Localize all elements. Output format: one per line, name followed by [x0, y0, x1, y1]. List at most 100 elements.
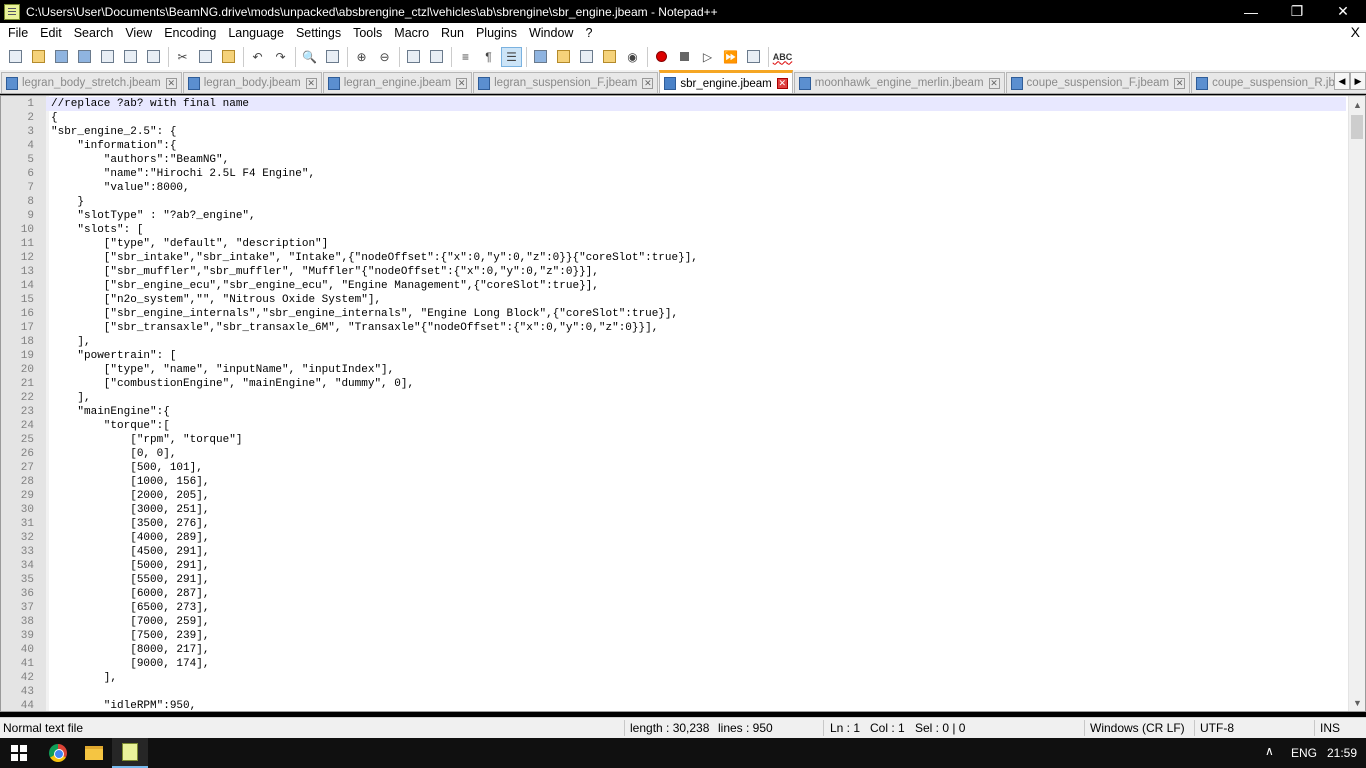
code-line[interactable]: 41 [9000, 174],	[1, 657, 1346, 671]
line-text[interactable]: [7000, 259],	[46, 615, 209, 629]
code-line[interactable]: 14 ["sbr_engine_ecu","sbr_engine_ecu", "…	[1, 279, 1346, 293]
tab-scroll-left-icon[interactable]: ◀	[1334, 72, 1350, 90]
scroll-thumb[interactable]	[1351, 115, 1363, 139]
line-text[interactable]: "sbr_engine_2.5": {	[46, 125, 176, 139]
code-line[interactable]: 35 [5500, 291],	[1, 573, 1346, 587]
line-text[interactable]: "slots": [	[46, 223, 143, 237]
menu-plugins[interactable]: Plugins	[470, 26, 523, 40]
tab-close-icon[interactable]: ✕	[642, 77, 654, 89]
line-text[interactable]: [8000, 217],	[46, 643, 209, 657]
close-document-button[interactable]: X	[1351, 24, 1360, 40]
start-button[interactable]	[0, 738, 38, 768]
close-window-button[interactable]: ✕	[1320, 0, 1366, 23]
word-wrap-icon[interactable]: ≡	[455, 47, 476, 67]
sync-vertical-icon[interactable]	[403, 47, 424, 67]
code-line[interactable]: 16 ["sbr_engine_internals","sbr_engine_i…	[1, 307, 1346, 321]
line-text[interactable]: [2000, 205],	[46, 489, 209, 503]
tab-close-icon[interactable]: ✕	[165, 77, 177, 89]
vertical-scrollbar[interactable]: ▲ ▼	[1348, 96, 1365, 711]
code-line[interactable]: 34 [5000, 291],	[1, 559, 1346, 573]
code-line[interactable]: 33 [4500, 291],	[1, 545, 1346, 559]
code-line[interactable]: 26 [0, 0],	[1, 447, 1346, 461]
code-line[interactable]: 22 ],	[1, 391, 1346, 405]
code-line[interactable]: 6 "name":"Hirochi 2.5L F4 Engine",	[1, 167, 1346, 181]
line-text[interactable]: [6500, 273],	[46, 601, 209, 615]
line-text[interactable]: "slotType" : "?ab?_engine",	[46, 209, 255, 223]
code-line[interactable]: 36 [6000, 287],	[1, 587, 1346, 601]
line-text[interactable]: ["rpm", "torque"]	[46, 433, 242, 447]
redo-icon[interactable]: ↷	[270, 47, 291, 67]
menu-run[interactable]: Run	[435, 26, 470, 40]
code-line[interactable]: 1//replace ?ab? with final name	[1, 97, 1346, 111]
line-text[interactable]: "name":"Hirochi 2.5L F4 Engine",	[46, 167, 315, 181]
line-text[interactable]: }	[46, 195, 84, 209]
zoom-out-icon[interactable]: ⊖	[374, 47, 395, 67]
play-macro-icon[interactable]: ▷	[697, 47, 718, 67]
tab-scroll-right-icon[interactable]: ▶	[1350, 72, 1366, 90]
line-text[interactable]: [4000, 289],	[46, 531, 209, 545]
print-icon[interactable]	[143, 47, 164, 67]
line-text[interactable]: [7500, 239],	[46, 629, 209, 643]
code-line[interactable]: 24 "torque":[	[1, 419, 1346, 433]
zoom-in-icon[interactable]: ⊕	[351, 47, 372, 67]
taskbar-chrome[interactable]	[40, 738, 76, 768]
spell-check-icon[interactable]: ABC	[772, 47, 793, 67]
notepadpp-app-icon[interactable]	[4, 3, 20, 20]
close-icon[interactable]	[97, 47, 118, 67]
indent-guide-icon[interactable]: ☰	[501, 46, 522, 67]
tab-close-icon[interactable]: ✕	[305, 77, 317, 89]
close-all-icon[interactable]	[120, 47, 141, 67]
menu-view[interactable]: View	[119, 26, 158, 40]
code-line[interactable]: 27 [500, 101],	[1, 461, 1346, 475]
code-line[interactable]: 8 }	[1, 195, 1346, 209]
line-text[interactable]: [5500, 291],	[46, 573, 209, 587]
line-text[interactable]: ["type", "default", "description"]	[46, 237, 328, 251]
line-text[interactable]: ["sbr_engine_ecu","sbr_engine_ecu", "Eng…	[46, 279, 599, 293]
line-text[interactable]: [9000, 174],	[46, 657, 209, 671]
line-text[interactable]: ],	[46, 671, 117, 685]
code-line[interactable]: 11 ["type", "default", "description"]	[1, 237, 1346, 251]
line-text[interactable]: ["combustionEngine", "mainEngine", "dumm…	[46, 377, 414, 391]
line-text[interactable]: [4500, 291],	[46, 545, 209, 559]
save-icon[interactable]	[51, 47, 72, 67]
code-line[interactable]: 21 ["combustionEngine", "mainEngine", "d…	[1, 377, 1346, 391]
code-line[interactable]: 40 [8000, 217],	[1, 643, 1346, 657]
sync-horizontal-icon[interactable]	[426, 47, 447, 67]
run-macro-multiple-icon[interactable]: ⏩	[720, 47, 741, 67]
code-line[interactable]: 7 "value":8000,	[1, 181, 1346, 195]
menu-file[interactable]: File	[0, 26, 34, 40]
tab-legran-body-stretch[interactable]: legran_body_stretch.jbeam ✕	[1, 72, 182, 93]
tab-close-icon[interactable]: ✕	[988, 77, 1000, 89]
code-line[interactable]: 23 "mainEngine":{	[1, 405, 1346, 419]
line-text[interactable]: "value":8000,	[46, 181, 190, 195]
code-area[interactable]: 1//replace ?ab? with final name 2{3 "sbr_e…	[1, 97, 1346, 711]
code-line[interactable]: 39 [7500, 239],	[1, 629, 1346, 643]
code-line[interactable]: 10 "slots": [	[1, 223, 1346, 237]
save-macro-icon[interactable]	[743, 47, 764, 67]
code-line[interactable]: 13 ["sbr_muffler","sbr_muffler", "Muffle…	[1, 265, 1346, 279]
line-text[interactable]: ["sbr_engine_internals","sbr_engine_inte…	[46, 307, 678, 321]
code-line[interactable]: 29 [2000, 205],	[1, 489, 1346, 503]
undo-icon[interactable]: ↶	[247, 47, 268, 67]
code-line[interactable]: 31 [3500, 276],	[1, 517, 1346, 531]
line-text[interactable]: "mainEngine":{	[46, 405, 169, 419]
record-macro-icon[interactable]	[651, 47, 672, 67]
code-line[interactable]: 42 ],	[1, 671, 1346, 685]
doc-map-icon[interactable]	[553, 47, 574, 67]
menu-help[interactable]: ?	[579, 26, 598, 40]
menu-search[interactable]: Search	[68, 26, 120, 40]
code-line[interactable]: 20 ["type", "name", "inputName", "inputI…	[1, 363, 1346, 377]
save-all-icon[interactable]	[74, 47, 95, 67]
line-text[interactable]: [6000, 287],	[46, 587, 209, 601]
tab-moonhawk-engine-merlin[interactable]: moonhawk_engine_merlin.jbeam ✕	[793, 72, 1005, 93]
minimize-button[interactable]: —	[1228, 0, 1274, 23]
menu-edit[interactable]: Edit	[34, 26, 68, 40]
tab-close-icon[interactable]: ✕	[776, 78, 788, 89]
code-line[interactable]: 18 ],	[1, 335, 1346, 349]
code-line[interactable]: 4 "information":{	[1, 139, 1346, 153]
system-clock[interactable]: 21:59	[1327, 746, 1357, 760]
menu-macro[interactable]: Macro	[388, 26, 435, 40]
code-line[interactable]: 38 [7000, 259],	[1, 615, 1346, 629]
status-insert-mode[interactable]: INS	[1320, 721, 1340, 735]
copy-icon[interactable]	[195, 47, 216, 67]
